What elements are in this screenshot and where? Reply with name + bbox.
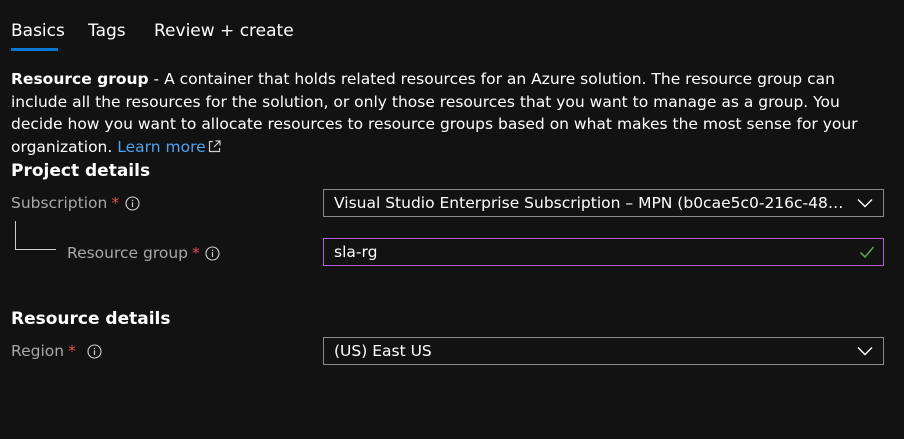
chevron-down-icon bbox=[857, 347, 873, 356]
checkmark-icon bbox=[859, 246, 875, 259]
region-value: (US) East US bbox=[334, 342, 432, 360]
region-label: Region * bbox=[11, 341, 76, 361]
resource-group-input[interactable] bbox=[334, 239, 834, 265]
required-asterisk: * bbox=[192, 244, 200, 262]
resource-group-label: Resource group * bbox=[67, 243, 200, 263]
info-icon[interactable] bbox=[125, 196, 140, 211]
tab-tags[interactable]: Tags bbox=[88, 20, 126, 42]
tree-connector bbox=[15, 221, 56, 250]
info-icon[interactable] bbox=[87, 344, 102, 359]
learn-more-label: Learn more bbox=[117, 137, 206, 156]
region-dropdown[interactable]: (US) East US bbox=[323, 337, 884, 365]
chevron-down-icon bbox=[857, 199, 873, 208]
required-asterisk: * bbox=[111, 194, 120, 212]
subscription-value: Visual Studio Enterprise Subscription – … bbox=[334, 194, 849, 212]
external-link-icon bbox=[208, 139, 221, 152]
description-term: Resource group bbox=[11, 70, 149, 88]
tab-review-create[interactable]: Review + create bbox=[154, 20, 294, 42]
tab-bar: Basics Tags Review + create bbox=[0, 0, 904, 56]
subscription-label-text: Subscription bbox=[11, 194, 108, 212]
resource-group-input-box bbox=[323, 238, 884, 266]
resource-details-heading: Resource details bbox=[11, 309, 171, 329]
region-label-text: Region bbox=[11, 342, 65, 360]
info-icon[interactable] bbox=[205, 246, 220, 261]
selected-tab-indicator bbox=[11, 48, 58, 51]
learn-more-link[interactable]: Learn more bbox=[117, 137, 221, 156]
required-asterisk: * bbox=[68, 342, 76, 360]
project-details-heading: Project details bbox=[11, 161, 151, 181]
subscription-dropdown[interactable]: Visual Studio Enterprise Subscription – … bbox=[323, 189, 884, 217]
resource-group-label-text: Resource group bbox=[67, 244, 189, 262]
subscription-label: Subscription * bbox=[11, 193, 119, 213]
tab-basics[interactable]: Basics bbox=[11, 20, 65, 42]
resource-group-description: Resource group - A container that holds … bbox=[11, 68, 891, 158]
